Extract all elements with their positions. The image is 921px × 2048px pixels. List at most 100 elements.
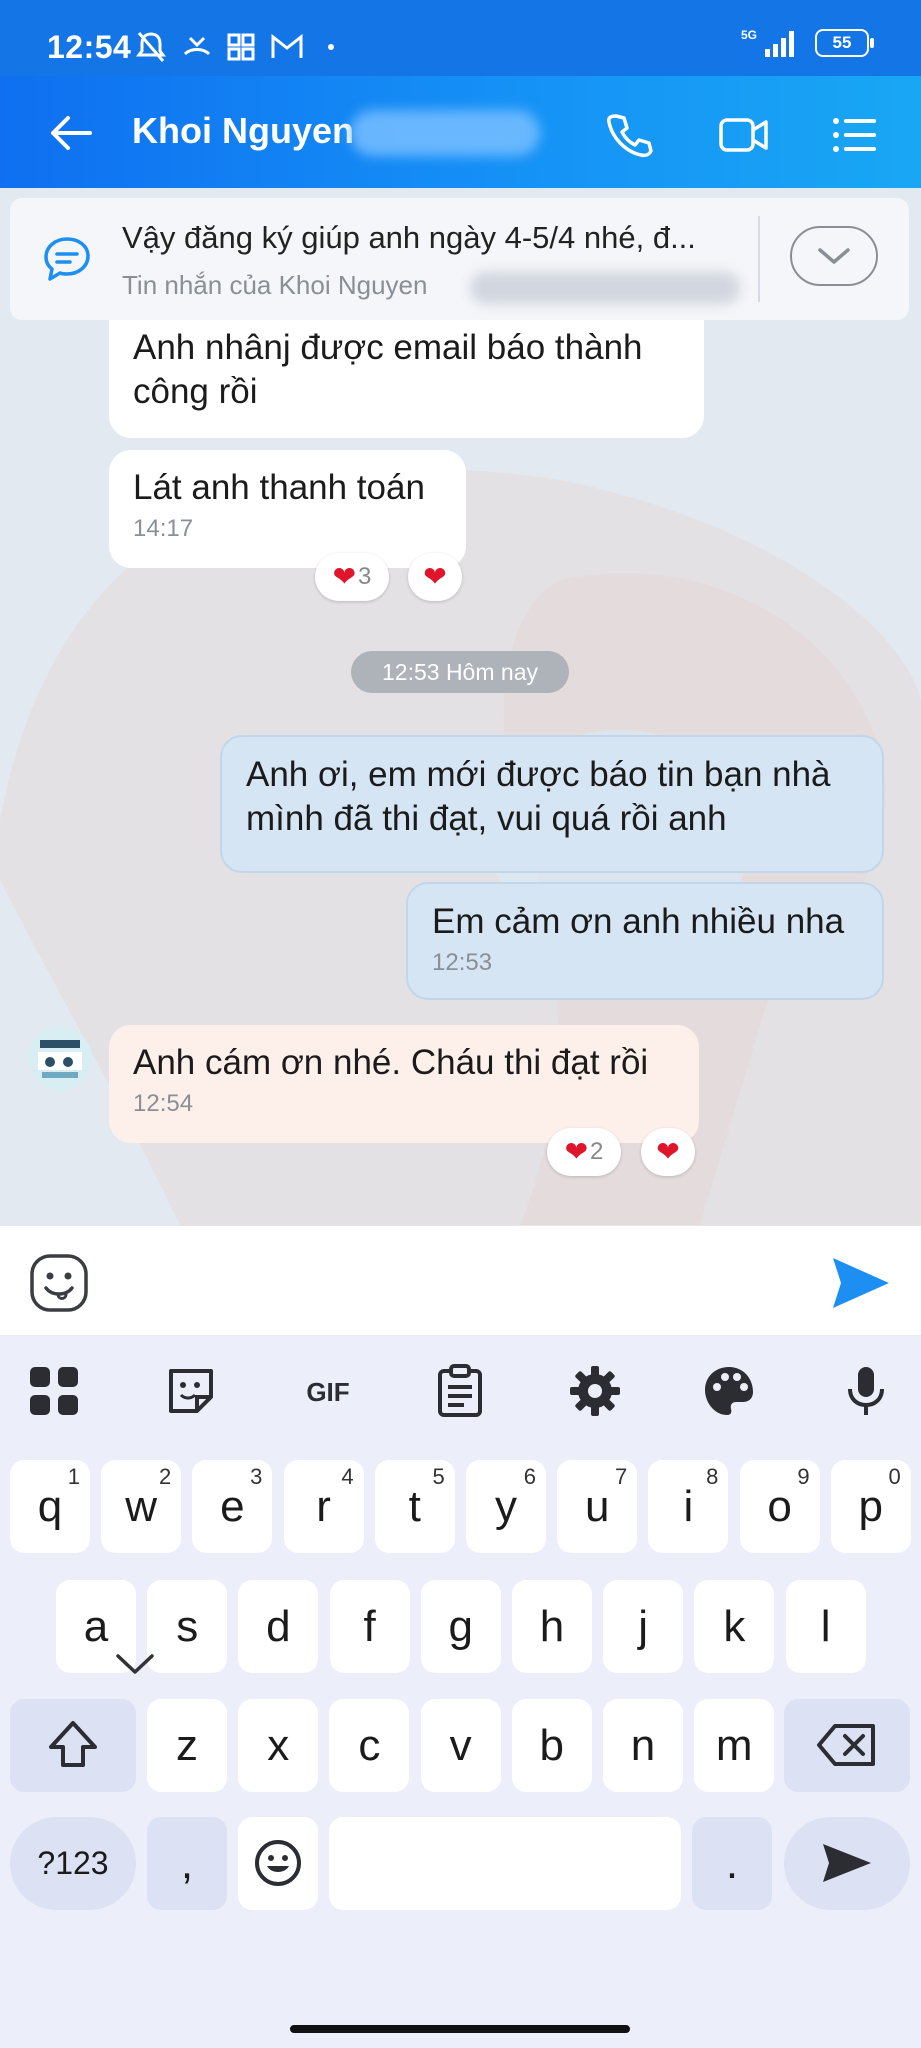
key-i[interactable]: i8 <box>648 1460 729 1553</box>
key-s[interactable]: s <box>147 1580 228 1673</box>
message-incoming[interactable]: Anh nhânj được email báo thành công rồi <box>109 320 704 438</box>
send-icon[interactable] <box>829 1254 891 1312</box>
key-c[interactable]: c <box>329 1699 410 1792</box>
status-notification-icons <box>134 30 334 64</box>
key-f[interactable]: f <box>329 1580 410 1673</box>
period-key[interactable]: . <box>692 1817 772 1910</box>
key-hint-number: 7 <box>614 1464 628 1489</box>
chat-area[interactable]: Anh nhânj được email báo thành công rồi … <box>0 320 921 1225</box>
app-root: 12:54 5G 55 Khoi Nguyen Vậy đăng ký giúp… <box>0 0 921 2048</box>
back-arrow-icon[interactable] <box>46 108 96 158</box>
keyboard-toolbar: GIF <box>0 1335 921 1445</box>
sticker-icon[interactable] <box>163 1363 219 1419</box>
mic-icon[interactable] <box>838 1363 894 1419</box>
heart-icon: ❤ <box>332 561 357 592</box>
key-n[interactable]: n <box>603 1699 683 1792</box>
reaction-summary[interactable]: ❤ 2 <box>547 1128 621 1176</box>
chat-header: Khoi Nguyen <box>0 76 921 188</box>
key-q[interactable]: q1 <box>10 1460 90 1553</box>
home-indicator[interactable] <box>290 2025 630 2033</box>
react-button[interactable]: ❤ <box>408 553 462 601</box>
palette-icon[interactable] <box>701 1363 757 1419</box>
key-hint-number: 6 <box>523 1464 536 1489</box>
key-o[interactable]: o9 <box>739 1460 820 1553</box>
enter-key[interactable] <box>784 1817 910 1910</box>
voice-call-icon[interactable] <box>604 110 654 160</box>
keyboard-hide-chevron-icon[interactable] <box>112 1648 158 1678</box>
date-separator: 12:53 Hôm nay <box>351 651 569 693</box>
key-b[interactable]: b <box>511 1699 592 1792</box>
key-g[interactable]: g <box>420 1580 501 1673</box>
message-text: Em cảm ơn anh nhiều nha <box>432 902 845 941</box>
message-text-input[interactable] <box>110 1246 790 1316</box>
reaction-count: 3 <box>358 563 372 590</box>
chat-bubble-icon <box>44 237 90 281</box>
chevron-down-icon <box>818 248 850 264</box>
contact-name[interactable]: Khoi Nguyen <box>132 110 354 152</box>
pinned-expand-button[interactable] <box>790 226 878 286</box>
emoji-icon <box>255 1840 301 1886</box>
reaction-count: 2 <box>590 1138 604 1165</box>
message-text: Anh ơi, em mới được báo tin bạn nhà mình… <box>246 755 831 838</box>
message-outgoing[interactable]: Em cảm ơn anh nhiều nha 12:53 <box>406 882 884 1000</box>
network-label: 5G <box>741 28 757 42</box>
key-hint-number: 8 <box>706 1464 719 1489</box>
battery-indicator: 55 <box>815 29 874 57</box>
symbols-key[interactable]: ?123 <box>10 1817 136 1910</box>
key-v[interactable]: v <box>420 1699 501 1792</box>
message-text: Anh cám ơn nhé. Cháu thi đạt rồi <box>133 1043 649 1082</box>
key-r[interactable]: r4 <box>283 1460 364 1553</box>
mute-icon <box>136 32 166 62</box>
more-notifications-dot <box>328 44 334 50</box>
pinned-divider <box>758 216 760 302</box>
backspace-key[interactable] <box>784 1699 910 1792</box>
clipboard-icon[interactable] <box>432 1363 488 1419</box>
key-t[interactable]: t5 <box>374 1460 455 1553</box>
pinned-message-text: Vậy đăng ký giúp anh ngày 4-5/4 nhé, đ..… <box>122 220 696 255</box>
key-hint-number: 9 <box>797 1464 810 1489</box>
pinned-message-bar[interactable]: Vậy đăng ký giúp anh ngày 4-5/4 nhé, đ..… <box>10 198 909 320</box>
key-hint-number: 4 <box>341 1464 354 1489</box>
space-key[interactable] <box>329 1817 681 1910</box>
menu-list-icon[interactable] <box>830 110 880 160</box>
react-button[interactable]: ❤ <box>641 1128 695 1176</box>
key-u[interactable]: u7 <box>557 1460 638 1553</box>
key-y[interactable]: y6 <box>466 1460 546 1553</box>
svg-text:GIF: GIF <box>306 1377 349 1407</box>
missed-call-icon <box>183 36 211 56</box>
status-time: 12:54 <box>47 29 132 65</box>
key-hint-number: 0 <box>888 1464 901 1489</box>
message-incoming[interactable]: Lát anh thanh toán 14:17 <box>109 450 466 568</box>
key-p[interactable]: p0 <box>830 1460 911 1553</box>
apps-icon[interactable] <box>26 1363 82 1419</box>
avatar[interactable] <box>28 1026 92 1090</box>
key-h[interactable]: h <box>512 1580 592 1673</box>
key-k[interactable]: k <box>694 1580 775 1673</box>
keyboard: GIF q1w2e3r4t5y6u7i8o9p0asdfghjklzxcvbnm… <box>0 1335 921 2048</box>
key-x[interactable]: x <box>238 1699 319 1792</box>
key-m[interactable]: m <box>694 1699 775 1792</box>
gif-button[interactable]: GIF <box>296 1363 360 1419</box>
status-bar: 12:54 5G 55 <box>0 0 921 76</box>
message-time: 12:54 <box>133 1090 194 1117</box>
message-outgoing[interactable]: Anh ơi, em mới được báo tin bạn nhà mình… <box>220 735 884 873</box>
message-incoming[interactable]: Anh cám ơn nhé. Cháu thi đạt rồi 12:54 <box>109 1025 699 1143</box>
key-l[interactable]: l <box>785 1580 866 1673</box>
key-z[interactable]: z <box>147 1699 227 1792</box>
key-w[interactable]: w2 <box>101 1460 182 1553</box>
message-time: 12:53 <box>432 949 493 976</box>
comma-key[interactable]: , <box>147 1817 227 1910</box>
key-j[interactable]: j <box>603 1580 684 1673</box>
message-time: 14:17 <box>133 515 194 542</box>
video-call-icon[interactable] <box>718 110 770 160</box>
emoji-key[interactable] <box>238 1817 318 1910</box>
key-hint-number: 2 <box>158 1464 172 1489</box>
reaction-summary[interactable]: ❤ 3 <box>315 553 389 601</box>
key-d[interactable]: d <box>238 1580 319 1673</box>
settings-icon[interactable] <box>567 1363 623 1419</box>
shift-icon <box>49 1721 97 1767</box>
shift-key[interactable] <box>10 1699 136 1792</box>
sticker-emoji-icon[interactable] <box>28 1252 90 1314</box>
key-e[interactable]: e3 <box>192 1460 273 1553</box>
redacted-source-blur <box>470 272 740 304</box>
